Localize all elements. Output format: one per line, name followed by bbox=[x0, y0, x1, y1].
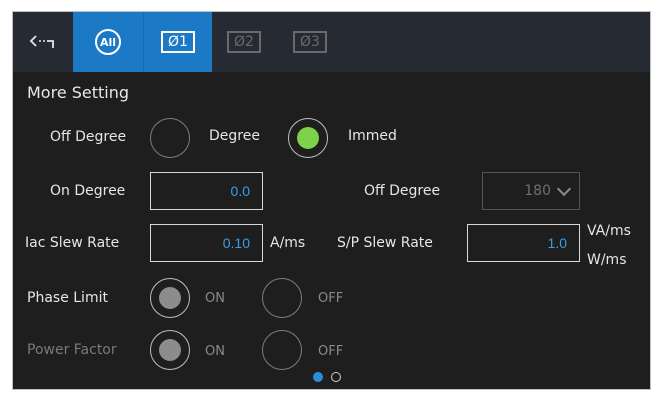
page-dot-2[interactable] bbox=[331, 372, 341, 382]
off-degree-radio[interactable] bbox=[150, 118, 190, 158]
on-degree-label: On Degree bbox=[50, 183, 126, 199]
iac-slew-rate-label: Iac Slew Rate bbox=[25, 235, 120, 251]
power-factor-on-radio[interactable] bbox=[150, 330, 190, 370]
phase-1-button[interactable]: Ø1 bbox=[143, 12, 212, 72]
back-arrow-icon bbox=[29, 35, 54, 48]
sp-slew-rate-label: S/P Slew Rate bbox=[337, 235, 433, 251]
phase-limit-on-dot bbox=[159, 287, 181, 309]
phase-3-icon: Ø3 bbox=[293, 31, 327, 53]
immed-mode-label: Immed bbox=[348, 128, 397, 144]
iac-slew-rate-input[interactable] bbox=[150, 224, 263, 262]
sp-slew-rate-input[interactable] bbox=[467, 224, 580, 262]
phase-2-button[interactable]: Ø2 bbox=[211, 12, 277, 72]
phase-3-button[interactable]: Ø3 bbox=[277, 12, 343, 72]
all-icon: All bbox=[95, 29, 121, 55]
off-degree-mode-label: Off Degree bbox=[50, 129, 127, 145]
on-degree-input[interactable] bbox=[150, 172, 263, 210]
off-degree-select[interactable]: 180 bbox=[482, 172, 580, 210]
app-window: All Ø1 Ø2 Ø3 More Setting Off Degree Deg… bbox=[12, 11, 651, 390]
power-factor-on-label: ON bbox=[205, 344, 225, 359]
phase-limit-label: Phase Limit bbox=[27, 290, 108, 306]
off-degree-label: Off Degree bbox=[364, 183, 441, 199]
more-setting-panel: More Setting Off Degree Degree Immed On … bbox=[13, 72, 650, 389]
phase-limit-on-radio[interactable] bbox=[150, 278, 190, 318]
phase-2-icon: Ø2 bbox=[227, 31, 261, 53]
power-factor-off-label: OFF bbox=[318, 344, 344, 359]
chevron-down-icon bbox=[556, 181, 572, 197]
top-toolbar: All Ø1 Ø2 Ø3 bbox=[13, 12, 650, 72]
page-indicator bbox=[313, 372, 341, 382]
phase-1-icon: Ø1 bbox=[161, 31, 195, 53]
sp-slew-rate-unit-va: VA/ms bbox=[587, 223, 631, 239]
degree-mode-label: Degree bbox=[209, 128, 260, 144]
phase-limit-off-label: OFF bbox=[318, 291, 344, 306]
degree-radio[interactable] bbox=[288, 118, 328, 158]
back-button[interactable] bbox=[13, 12, 73, 72]
iac-slew-rate-unit: A/ms bbox=[270, 235, 306, 251]
panel-title: More Setting bbox=[27, 83, 130, 102]
degree-radio-dot bbox=[297, 127, 319, 149]
phase-limit-off-radio[interactable] bbox=[262, 278, 302, 318]
sp-slew-rate-unit-w: W/ms bbox=[587, 252, 627, 268]
power-factor-label: Power Factor bbox=[27, 342, 117, 358]
phase-limit-on-label: ON bbox=[205, 291, 225, 306]
page-dot-1[interactable] bbox=[313, 372, 323, 382]
all-phases-button[interactable]: All bbox=[73, 12, 143, 72]
power-factor-on-dot bbox=[159, 339, 181, 361]
power-factor-off-radio[interactable] bbox=[262, 330, 302, 370]
off-degree-value: 180 bbox=[524, 183, 551, 199]
